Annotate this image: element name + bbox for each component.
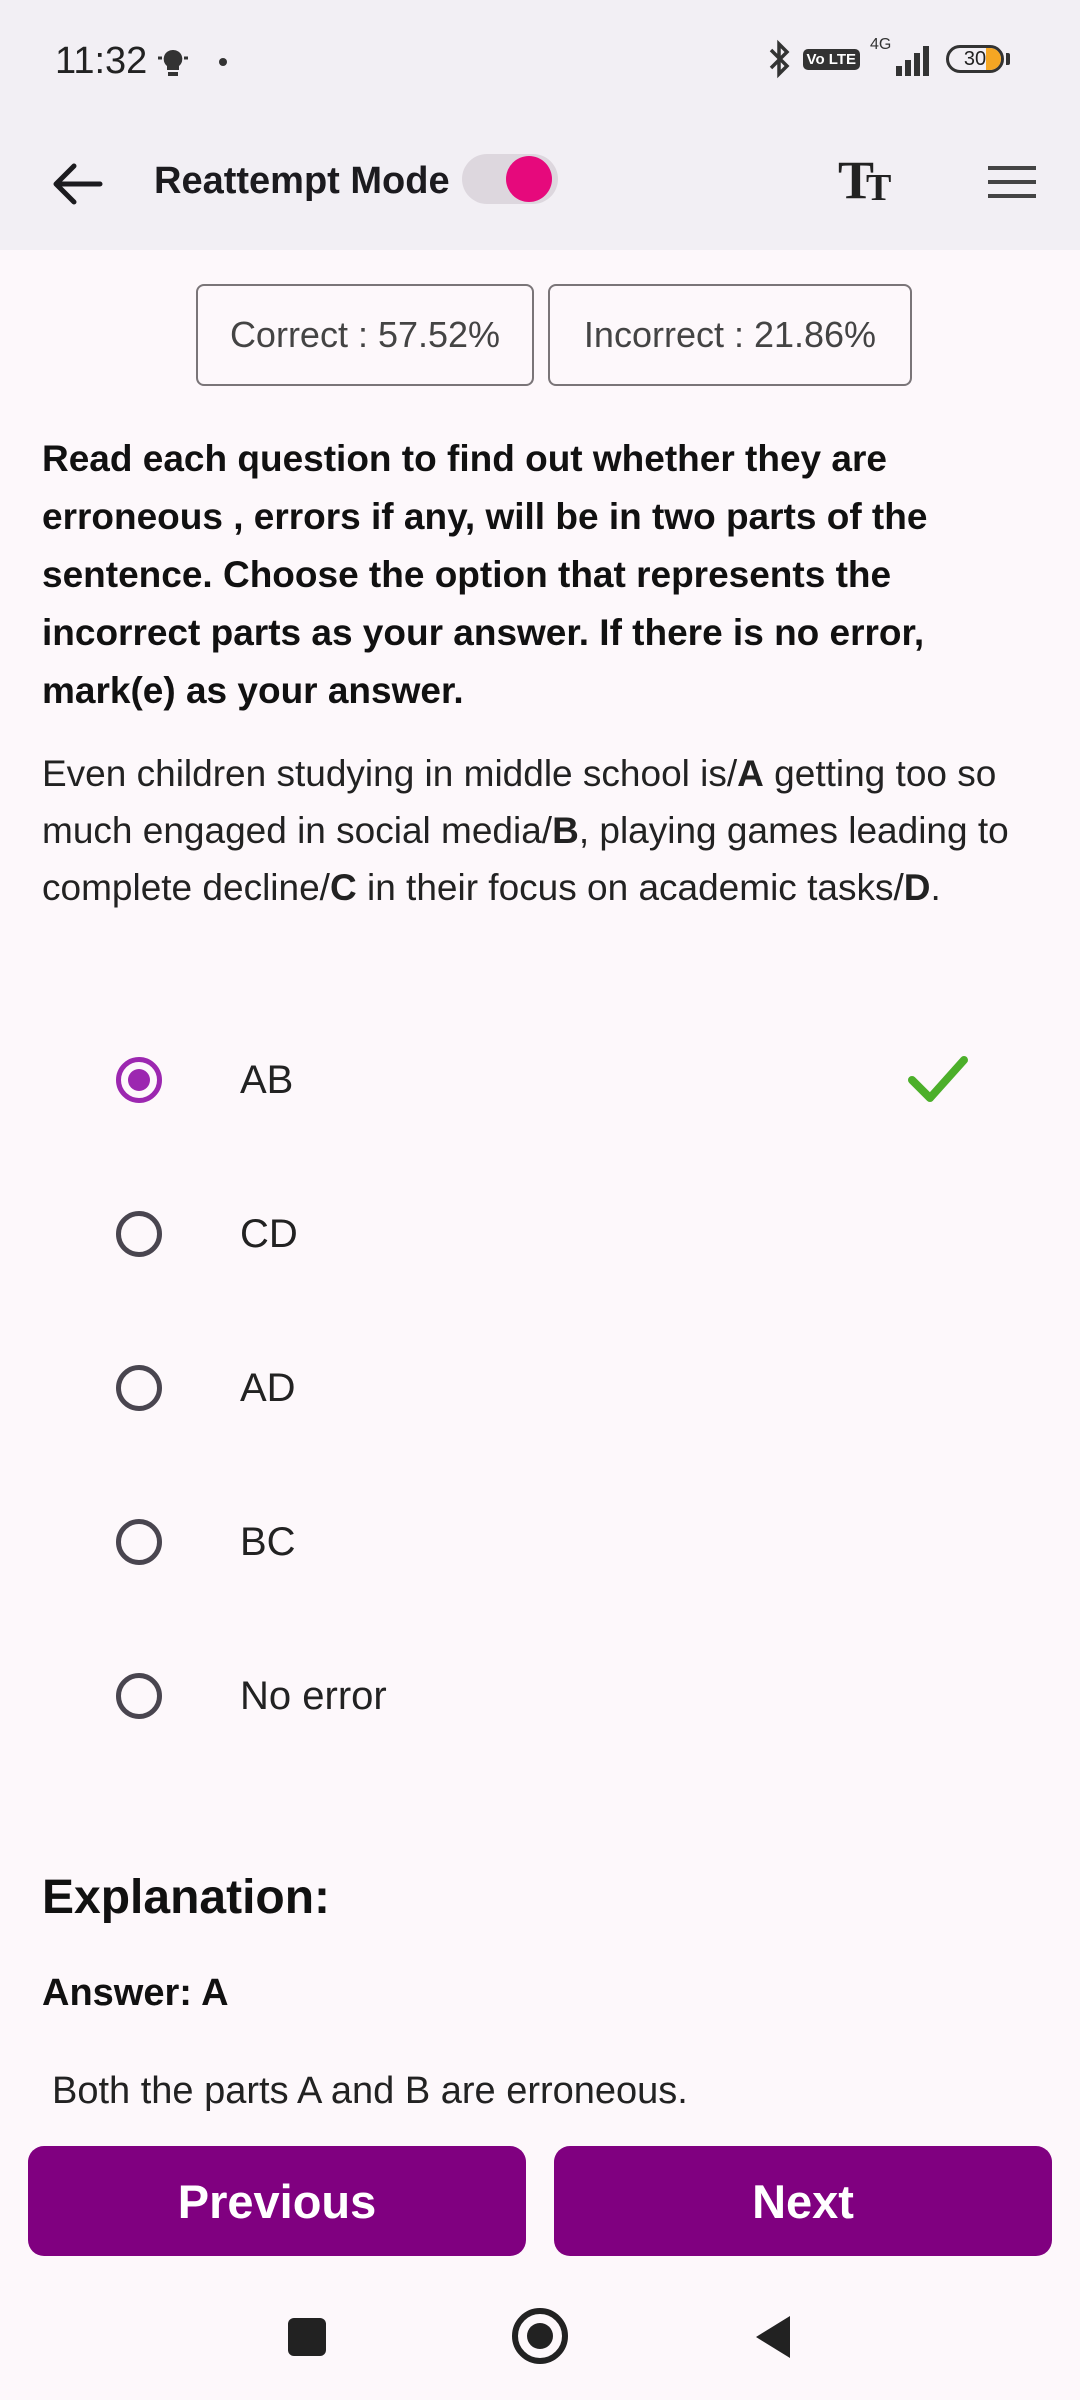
option-label: AB (240, 1057, 294, 1102)
text-size-icon[interactable]: T T (836, 148, 898, 210)
radio-button[interactable] (116, 1673, 162, 1719)
network-type: 4G (870, 36, 892, 53)
question-instructions: Read each question to find out whether t… (42, 438, 928, 711)
option-label: AD (240, 1365, 296, 1410)
explanation-text: Both the parts A and B are erroneous. (52, 2070, 688, 2112)
notification-dot (219, 58, 227, 66)
radio-button[interactable] (116, 1365, 162, 1411)
option-bc[interactable]: BC (100, 1492, 1000, 1592)
reattempt-mode-toggle[interactable] (462, 146, 558, 204)
battery-icon: 30 (946, 45, 1004, 73)
status-time: 11:32 (55, 40, 148, 82)
svg-text:T: T (866, 167, 891, 209)
radio-button[interactable] (116, 1211, 162, 1257)
option-label: CD (240, 1211, 298, 1256)
status-bar: 11:32 Vo LTE 4G 30 (0, 0, 1080, 126)
question-text: Even children studying in middle school … (42, 753, 1009, 908)
explanation-title: Explanation: (42, 1871, 331, 1924)
menu-icon[interactable] (986, 156, 1038, 208)
page-title: Reattempt Mode (154, 160, 450, 202)
nav-back-icon[interactable] (752, 2314, 794, 2360)
back-arrow-icon[interactable] (46, 153, 108, 215)
volte-badge: Vo LTE (802, 48, 860, 70)
next-button[interactable]: Next (554, 2146, 1052, 2256)
option-ab[interactable]: AB (100, 1030, 1000, 1130)
option-cd[interactable]: CD (100, 1184, 1000, 1284)
radio-button[interactable] (116, 1519, 162, 1565)
system-nav-bar (0, 2268, 1080, 2400)
answer-label: Answer: A (42, 1972, 229, 2014)
battery-level: 30 (963, 48, 987, 70)
previous-button[interactable]: Previous (28, 2146, 526, 2256)
radio-selected[interactable] (116, 1057, 162, 1103)
option-no-error[interactable]: No error (100, 1646, 1000, 1746)
check-icon (908, 1056, 968, 1102)
app-bar: Reattempt Mode T T (0, 126, 1080, 250)
option-label: No error (240, 1673, 387, 1718)
correct-percentage: Correct : 57.52% (196, 284, 534, 386)
signal-icon: 4G (870, 36, 936, 80)
option-label: BC (240, 1519, 296, 1564)
incorrect-percentage: Incorrect : 21.86% (548, 284, 912, 386)
option-ad[interactable]: AD (100, 1338, 1000, 1438)
recents-icon[interactable] (288, 2318, 326, 2356)
lightbulb-icon (158, 49, 188, 76)
home-icon[interactable] (512, 2308, 568, 2364)
bluetooth-icon (769, 39, 790, 79)
